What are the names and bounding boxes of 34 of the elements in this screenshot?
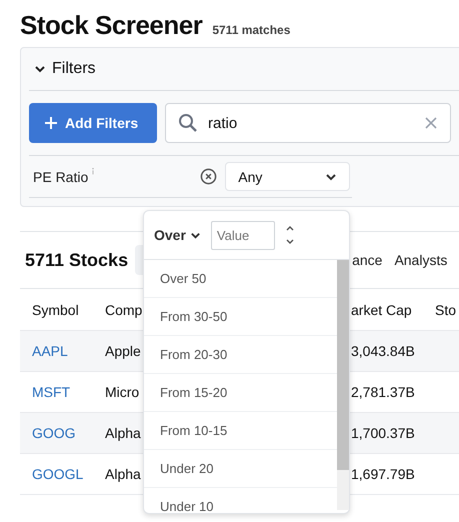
add-filters-button[interactable]: Add Filters: [29, 103, 157, 143]
operator-select[interactable]: Over: [154, 227, 201, 243]
column-header[interactable]: Comp: [105, 302, 142, 318]
table-cell: 1,700.37B: [351, 425, 415, 441]
search-field[interactable]: ratio: [165, 103, 451, 143]
clear-icon[interactable]: [200, 168, 218, 185]
plus-icon: [44, 116, 58, 130]
symbol-link[interactable]: AAPL: [32, 343, 68, 359]
column-header[interactable]: Sto: [435, 302, 456, 318]
table-cell: Apple: [105, 343, 141, 359]
table-cell: 3,043.84B: [351, 343, 415, 359]
filters-toggle[interactable]: Filters: [29, 48, 459, 91]
results-title: 5711 Stocks: [25, 250, 128, 270]
info-icon: [91, 166, 96, 174]
symbol-link[interactable]: MSFT: [32, 384, 70, 400]
symbol-link[interactable]: GOOGL: [32, 466, 84, 482]
filter-select[interactable]: Any: [225, 162, 350, 191]
spinner-icon[interactable]: [284, 224, 295, 246]
symbol-link[interactable]: GOOG: [32, 425, 76, 441]
table-cell: 1,697.79B: [351, 466, 415, 482]
tab[interactable]: ance: [352, 252, 382, 268]
value-input[interactable]: Value: [210, 220, 275, 250]
table-cell: 2,781.37B: [351, 384, 415, 400]
table-cell: Alpha: [105, 466, 141, 482]
scrollbar[interactable]: [337, 260, 349, 510]
match-count: 5711 matches: [212, 23, 290, 37]
filter-label: PE Ratio: [33, 168, 88, 184]
search-icon: [178, 113, 198, 133]
table-cell: Micro: [105, 384, 140, 400]
column-header[interactable]: Symbol: [32, 302, 79, 318]
page-title: Stock Screener: [20, 10, 202, 41]
table-cell: Alpha: [105, 425, 141, 441]
tab[interactable]: Analysts: [394, 252, 448, 268]
column-header[interactable]: arket Cap: [351, 302, 412, 318]
